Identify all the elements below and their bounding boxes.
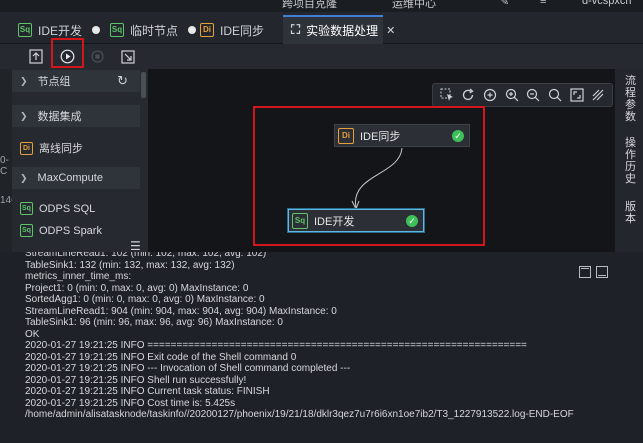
log-right-strip: [615, 252, 643, 443]
collapse-panel-icon[interactable]: ☰: [130, 239, 141, 253]
log-line: Project1: 0 (min: 0, max: 0, avg: 0) Max…: [25, 282, 249, 294]
node-item-label: 离线同步: [39, 143, 83, 155]
chevron-down-icon: ❯: [20, 110, 28, 121]
node-item-odps-sql[interactable]: Sq ODPS SQL: [20, 202, 95, 215]
header-fragment[interactable]: 运维中心: [392, 0, 436, 11]
group-label: MaxCompute: [37, 172, 103, 184]
log-line: metrics_inner_time_ms:: [25, 271, 132, 282]
zoom-in-icon[interactable]: [504, 88, 519, 103]
nodes-highlight: [253, 106, 485, 246]
refresh-icon[interactable]: [461, 88, 476, 103]
tab-operation-history[interactable]: 操作历史: [625, 137, 637, 185]
search-icon[interactable]: [547, 88, 562, 103]
zoom-out-icon[interactable]: [526, 88, 541, 103]
tab-bar: Sq IDE开发 Sq 临时节点 Di IDE同步 ⛶ 实验数据处理 ✕: [0, 12, 643, 44]
log-line: 2020-01-27 19:21:25 INFO Cost time is: 5…: [25, 397, 236, 409]
sql-node-icon: Sq: [18, 23, 32, 37]
left-edge-strip: 0-C 146: [0, 69, 17, 252]
tab-experiment-data-processing[interactable]: ⛶ 实验数据处理 ✕: [283, 15, 395, 44]
run-button-highlight: [51, 38, 84, 68]
tab-temp-node[interactable]: Sq 临时节点: [102, 17, 204, 43]
log-line: StreamLineRead1: 904 (min: 904, max: 904…: [25, 305, 337, 317]
submit-icon: [29, 49, 43, 64]
run-log-panel: StreamLineRead1: 102 (min: 102, max: 102…: [0, 252, 615, 443]
log-line: OK: [25, 328, 40, 340]
fullscreen-icon[interactable]: [569, 88, 584, 103]
tab-ide-sync[interactable]: Di IDE同步: [192, 17, 272, 43]
tab-label: 临时节点: [130, 23, 179, 38]
log-line: 2020-01-27 19:21:25 INFO Current task st…: [25, 386, 270, 397]
export-button[interactable]: [118, 47, 138, 66]
tab-label: IDE开发: [38, 23, 83, 38]
minimize-log-icon[interactable]: [596, 266, 608, 278]
group-data-integration[interactable]: ❯ 数据集成: [12, 105, 140, 127]
fit-icon[interactable]: [483, 88, 498, 103]
chevron-down-icon: ❯: [20, 172, 28, 183]
submit-button[interactable]: [26, 47, 46, 66]
unsaved-dot-icon: [92, 26, 101, 34]
header-fragment[interactable]: d-vcspxcrr: [582, 0, 633, 7]
tab-versions[interactable]: 版本: [625, 201, 637, 225]
maximize-log-icon[interactable]: [579, 266, 591, 278]
node-panel: ❯ 节点组 ↻ ❯ 数据集成 Di 离线同步 ❯ MaxCompute Sq O…: [12, 69, 148, 252]
log-line: 2020-01-27 19:21:25 INFO Exit code of th…: [25, 351, 297, 363]
export-icon: [121, 49, 135, 64]
node-item-label: ODPS SQL: [39, 202, 96, 215]
sql-node-icon: Sq: [20, 224, 33, 237]
edge-fragment: 0-C: [0, 155, 9, 177]
log-line: StreamLineRead1: 102 (min: 102, max: 102…: [25, 252, 267, 259]
node-item-offline-sync[interactable]: Di 离线同步: [20, 140, 83, 156]
node-item-odps-spark[interactable]: Sq ODPS Spark: [20, 224, 102, 237]
node-item-label: ODPS Spark: [39, 224, 102, 237]
workflow-icon: ⛶: [291, 21, 301, 37]
menu-icon[interactable]: ≡: [540, 0, 546, 7]
header-fragment[interactable]: 跨项目克隆: [282, 0, 337, 11]
sql-node-icon: Sq: [20, 202, 33, 215]
log-line: 2020-01-27 19:21:25 INFO Shell run succe…: [25, 374, 247, 386]
stop-icon: [90, 50, 104, 63]
data-integration-icon: Di: [20, 141, 33, 155]
log-line: /home/admin/alisatasknode/taskinfo//2020…: [25, 409, 574, 420]
group-label: 数据集成: [37, 111, 82, 123]
right-side-strip: 流程参数 操作历史 版本: [615, 69, 643, 252]
group-maxcompute[interactable]: ❯ MaxCompute: [12, 167, 140, 189]
group-label: 节点组: [37, 76, 71, 88]
toolbar: [0, 44, 643, 69]
node-panel-scrollbar[interactable]: [141, 72, 146, 98]
refresh-icon[interactable]: ↻: [117, 73, 128, 89]
stop-button[interactable]: [87, 47, 107, 66]
data-integration-icon: Di: [200, 23, 214, 37]
log-line: TableSink1: 96 (min: 96, max: 96, avg: 9…: [25, 317, 283, 328]
top-header-strip: 跨项目克隆 运维中心 ✎ ≡ d-vcspxcrr: [0, 0, 643, 12]
log-line: TableSink1: 132 (min: 132, max: 132, avg…: [25, 259, 235, 271]
share-icon[interactable]: ✎: [500, 0, 509, 8]
log-line: 2020-01-27 19:21:25 INFO --- Invocation …: [25, 363, 351, 374]
log-line: SortedAgg1: 0 (min: 0, max: 0, avg: 0) M…: [25, 294, 265, 305]
close-icon[interactable]: ✕: [386, 24, 395, 37]
sql-node-icon: Sq: [110, 23, 124, 37]
log-line: 2020-01-27 19:21:25 INFO ===============…: [25, 340, 527, 351]
chevron-right-icon: ❯: [20, 75, 28, 86]
layout-icon[interactable]: [591, 88, 606, 103]
group-node-groups[interactable]: ❯ 节点组 ↻: [12, 70, 140, 92]
tab-flow-params[interactable]: 流程参数: [625, 75, 637, 123]
tab-label: 实验数据处理: [306, 24, 379, 38]
tab-label: IDE同步: [220, 23, 265, 38]
select-icon[interactable]: [439, 88, 454, 103]
canvas-toolbar: [432, 83, 613, 107]
